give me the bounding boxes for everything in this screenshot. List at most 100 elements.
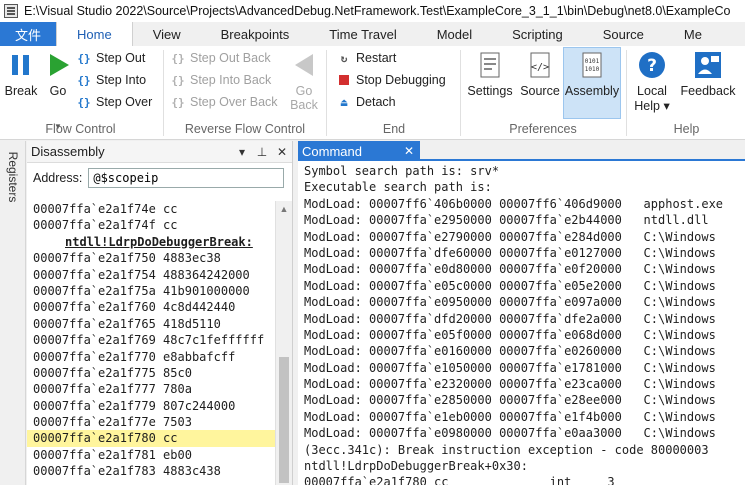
local-help-label-2: Help ▾ bbox=[634, 99, 670, 113]
settings-button[interactable]: Settings bbox=[466, 50, 514, 98]
step-into-back-icon: {} bbox=[171, 73, 185, 87]
local-help-button[interactable]: ? Local Help ▾ bbox=[632, 50, 672, 113]
command-output-line: Symbol search path is: srv* bbox=[304, 164, 500, 178]
command-output-line: ModLoad: 00007ffa`e0950000 00007ffa`e097… bbox=[304, 295, 716, 310]
step-over-back-label: Step Over Back bbox=[190, 95, 278, 109]
command-output-line: ModLoad: 00007ffa`e2320000 00007ffa`e23c… bbox=[304, 377, 716, 392]
local-help-label-1: Local bbox=[637, 84, 667, 98]
tab-file[interactable]: 文件 bbox=[0, 22, 56, 46]
feedback-button[interactable]: Feedback bbox=[676, 50, 740, 98]
command-output-line: ModLoad: 00007ffa`e2850000 00007ffa`e28e… bbox=[304, 393, 716, 408]
tab-memory[interactable]: Me bbox=[664, 22, 722, 46]
ribbon: Break Go ▼ {} Step Out {} Step Into {} S… bbox=[0, 46, 745, 140]
tab-registers[interactable]: Registers bbox=[4, 147, 22, 207]
command-output[interactable]: Symbol search path is: srv* Executable se… bbox=[304, 163, 745, 485]
disassembly-scrollbar[interactable]: ▲ bbox=[275, 201, 292, 485]
settings-icon bbox=[475, 50, 505, 80]
panel-menu-icon[interactable]: ▾ bbox=[232, 145, 252, 159]
break-label: Break bbox=[4, 84, 38, 98]
source-button[interactable]: </> Source bbox=[518, 50, 562, 98]
disassembly-line[interactable]: 00007ffa`e2a1f77e 7503 bbox=[27, 414, 275, 430]
stop-debugging-button[interactable]: Stop Debugging bbox=[336, 70, 446, 90]
app-icon bbox=[4, 4, 18, 18]
tab-model[interactable]: Model bbox=[417, 22, 492, 46]
tab-view[interactable]: View bbox=[133, 22, 201, 46]
command-header: Command ✕ bbox=[298, 141, 745, 161]
restart-button[interactable]: ↻ Restart bbox=[336, 48, 397, 68]
disassembly-panel: Disassembly ▾ ⊥ ✕ Address: 00007ffa`e2a1… bbox=[27, 141, 293, 485]
help-label: Help bbox=[673, 122, 700, 136]
disassembly-line[interactable]: 00007ffa`e2a1f75a 41b901000000 bbox=[27, 283, 275, 299]
break-button[interactable]: Break bbox=[4, 50, 38, 98]
disassembly-line[interactable]: 00007ffa`e2a1f770 e8abbafcff bbox=[27, 349, 275, 365]
disassembly-line[interactable]: 00007ffa`e2a1f783 4883c438 bbox=[27, 463, 275, 479]
ribbon-separator bbox=[163, 50, 164, 136]
ribbon-tab-bar: 文件 Home View Breakpoints Time Travel Mod… bbox=[0, 22, 745, 46]
ribbon-separator bbox=[460, 50, 461, 136]
address-input[interactable] bbox=[88, 168, 285, 188]
disassembly-line[interactable]: 00007ffa`e2a1f754 488364242000 bbox=[27, 267, 275, 283]
disassembly-code[interactable]: 00007ffa`e2a1f74e cc 00007ffa`e2a1f74f cc… bbox=[27, 201, 275, 485]
go-back-label-1: Go bbox=[295, 84, 313, 98]
step-out-icon: {} bbox=[77, 51, 91, 65]
disassembly-line[interactable]: 00007ffa`e2a1f775 85c0 bbox=[27, 365, 275, 381]
step-over-button[interactable]: {} Step Over bbox=[76, 92, 152, 112]
svg-text:0101: 0101 bbox=[585, 58, 600, 65]
disassembly-line[interactable]: 00007ffa`e2a1f769 48c7c1feffffff bbox=[27, 332, 275, 348]
stop-icon bbox=[336, 72, 352, 88]
command-panel: Command ✕ Symbol search path is: srv* Exe… bbox=[298, 141, 745, 485]
tab-time-travel[interactable]: Time Travel bbox=[309, 22, 416, 46]
source-code-icon: </> bbox=[525, 50, 555, 80]
close-icon[interactable]: ✕ bbox=[272, 145, 292, 159]
disassembly-line[interactable]: 00007ffa`e2a1f750 4883ec38 bbox=[27, 250, 275, 266]
step-out-label: Step Out bbox=[96, 51, 146, 65]
assembly-button[interactable]: 0101 1010 Assembly bbox=[563, 47, 621, 119]
scroll-thumb[interactable] bbox=[279, 357, 289, 483]
title-bar: E:\Visual Studio 2022\Source\Projects\Ad… bbox=[0, 0, 745, 22]
go-button[interactable]: Go bbox=[44, 50, 72, 98]
tab-source[interactable]: Source bbox=[583, 22, 664, 46]
window-title: E:\Visual Studio 2022\Source\Projects\Ad… bbox=[24, 4, 731, 18]
pin-icon[interactable]: ⊥ bbox=[252, 145, 272, 159]
disassembly-line[interactable]: 00007ffa`e2a1f777 780a bbox=[27, 381, 275, 397]
command-output-line: (3ecc.341c): Break instruction exception… bbox=[304, 442, 709, 457]
command-output-line: 00007ffa`e2a1f780 cc int 3 bbox=[304, 475, 615, 485]
flow-control-label: Flow Control bbox=[45, 122, 116, 136]
end-label: End bbox=[382, 122, 406, 136]
step-over-back-button[interactable]: {} Step Over Back bbox=[170, 92, 278, 112]
command-output-line: ModLoad: 00007ffa`e1eb0000 00007ffa`e1f4… bbox=[304, 409, 716, 424]
group-help: ? Local Help ▾ Feedback Help bbox=[628, 46, 745, 139]
address-row: Address: bbox=[27, 163, 292, 193]
source-label: Source bbox=[520, 84, 560, 98]
disassembly-symbol-label[interactable]: ntdll!LdrpDoDebuggerBreak: bbox=[27, 234, 275, 250]
tab-command[interactable]: Command ✕ bbox=[298, 141, 420, 161]
tab-home[interactable]: Home bbox=[56, 22, 133, 46]
detach-button[interactable]: ⏏ Detach bbox=[336, 92, 396, 112]
step-into-button[interactable]: {} Step Into bbox=[76, 70, 146, 90]
disassembly-line[interactable]: 00007ffa`e2a1f760 4c8d442440 bbox=[27, 299, 275, 315]
disassembly-line[interactable]: 00007ffa`e2a1f781 eb00 bbox=[27, 447, 275, 463]
disassembly-line[interactable]: 00007ffa`e2a1f74f cc bbox=[27, 217, 275, 233]
step-into-label: Step Into bbox=[96, 73, 147, 87]
go-back-button[interactable]: Go Back bbox=[288, 50, 320, 112]
close-command-icon[interactable]: ✕ bbox=[404, 144, 414, 158]
registers-label: Registers bbox=[6, 151, 20, 203]
disassembly-line[interactable]: 00007ffa`e2a1f74e cc bbox=[27, 201, 275, 217]
detach-icon: ⏏ bbox=[340, 95, 348, 109]
command-output-line: ModLoad: 00007ffa`e2950000 00007ffa`e2b4… bbox=[304, 213, 709, 228]
preferences-label: Preferences bbox=[509, 122, 577, 136]
disassembly-line[interactable]: 00007ffa`e2a1f765 418d5110 bbox=[27, 316, 275, 332]
current-instruction-line[interactable]: 00007ffa`e2a1f780 cc bbox=[27, 430, 275, 447]
tab-breakpoints[interactable]: Breakpoints bbox=[201, 22, 310, 46]
scroll-up-icon[interactable]: ▲ bbox=[276, 201, 292, 217]
tab-scripting[interactable]: Scripting bbox=[492, 22, 583, 46]
disassembly-line[interactable]: 00007ffa`e2a1f779 807c244000 bbox=[27, 398, 275, 414]
step-out-button[interactable]: {} Step Out bbox=[76, 48, 145, 68]
step-into-back-button[interactable]: {} Step Into Back bbox=[170, 70, 271, 90]
pause-icon bbox=[6, 50, 36, 80]
step-over-label: Step Over bbox=[96, 95, 153, 109]
restart-icon: ↻ bbox=[340, 51, 348, 65]
step-out-back-button[interactable]: {} Step Out Back bbox=[170, 48, 271, 68]
step-into-icon: {} bbox=[77, 73, 91, 87]
step-out-back-label: Step Out Back bbox=[190, 51, 271, 65]
